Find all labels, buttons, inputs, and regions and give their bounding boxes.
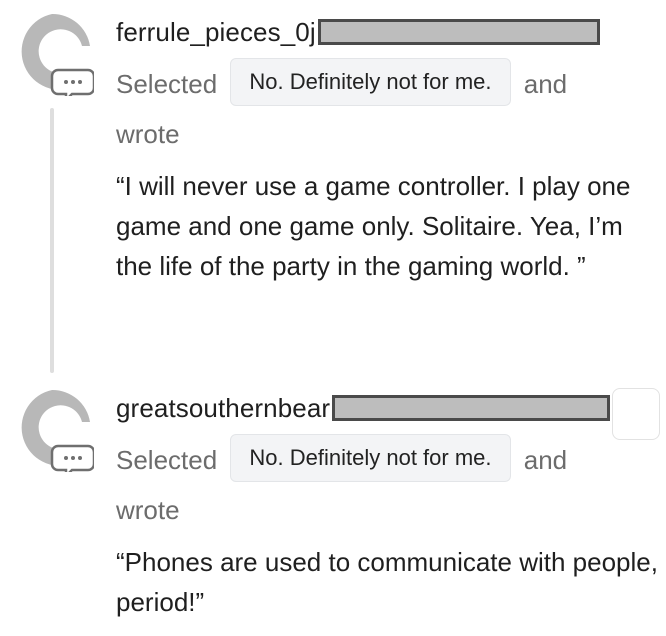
comment-quote: “I will never use a game controller. I p… [116,171,631,281]
default-avatar-icon [21,13,96,104]
thread-connector-line [50,108,54,373]
wrote-label: wrote [116,119,180,150]
wrote-label: wrote [116,495,180,526]
selected-label: Selected [116,445,218,476]
and-label: and [523,69,568,100]
username-row: ferrule_pieces_0j [116,14,600,50]
comment-quote: “Phones are used to communicate with peo… [116,547,658,617]
username-row: greatsouthernbear [116,390,611,426]
user-avatar[interactable] [10,12,96,104]
selected-label: Selected [116,69,218,100]
and-label: and [523,445,568,476]
selection-summary: Selected No. Definitely not for me. and … [116,58,656,158]
redaction-box [332,395,611,421]
redaction-box [317,19,600,45]
comment-bubble-icon [50,68,96,104]
faint-outline-box [612,388,660,440]
default-avatar-icon [21,389,96,480]
user-avatar[interactable] [10,388,96,480]
username[interactable]: ferrule_pieces_0j [116,17,316,48]
selection-summary: Selected No. Definitely not for me. and … [116,434,656,534]
comment-bubble-icon [50,444,96,480]
choice-chip: No. Definitely not for me. [230,434,511,483]
choice-chip: No. Definitely not for me. [230,58,511,107]
username[interactable]: greatsouthernbear [116,393,330,424]
